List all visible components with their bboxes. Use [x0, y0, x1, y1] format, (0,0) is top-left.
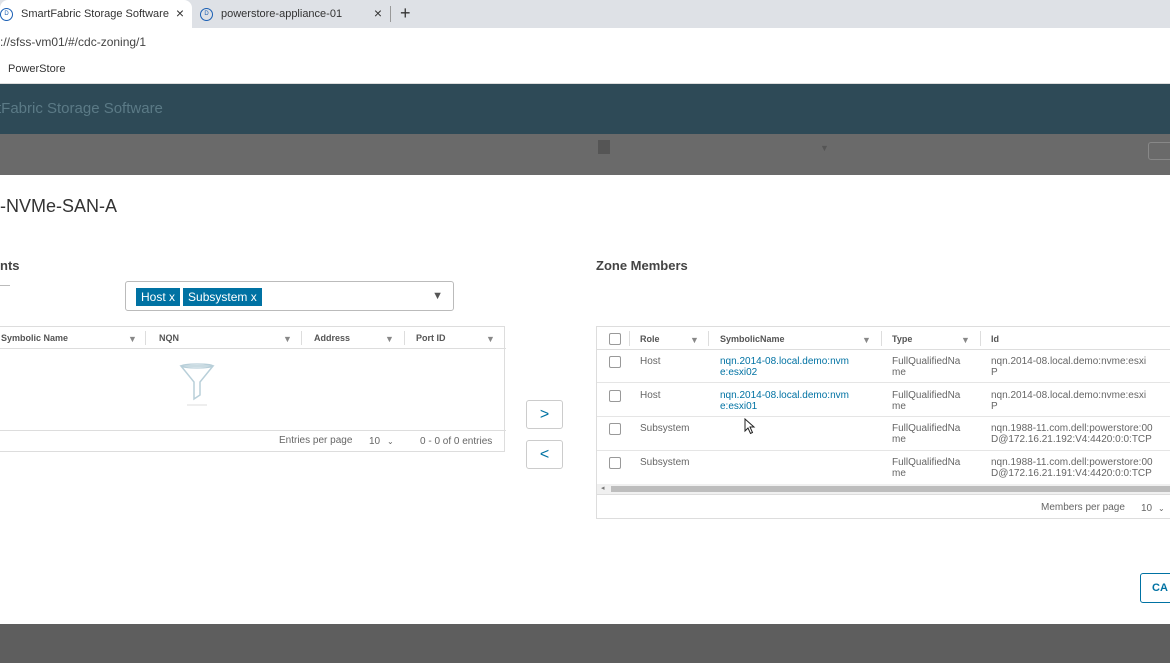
row-checkbox[interactable]: [609, 457, 621, 469]
new-tab-button[interactable]: +: [400, 3, 411, 24]
type-filter-multiselect[interactable]: Host x Subsystem x ▼: [125, 281, 454, 311]
select-all-checkbox[interactable]: [609, 333, 621, 345]
members-per-page-select[interactable]: 10: [1141, 503, 1152, 514]
browser-tab-active[interactable]: D SmartFabric Storage Software ×: [0, 0, 192, 28]
horizontal-scrollbar[interactable]: ◂: [597, 484, 1170, 494]
app-title: rtFabric Storage Software: [0, 100, 163, 117]
dell-logo-icon: D: [200, 7, 213, 21]
browser-tab-bar: D SmartFabric Storage Software × D power…: [0, 0, 1170, 28]
filter-icon[interactable]: ▼: [385, 334, 394, 344]
entries-per-page-select[interactable]: 10: [369, 436, 380, 447]
filter-icon[interactable]: ▼: [128, 334, 137, 344]
dell-logo-icon: D: [0, 7, 13, 21]
subheader-control: [598, 140, 610, 154]
url-text: ://sfss-vm01/#/cdc-zoning/1: [0, 35, 147, 49]
cell-type: FullQualifiedNa me: [892, 390, 961, 412]
app-footer: [0, 624, 1170, 663]
table-row[interactable]: Subsystem FullQualifiedNa me nqn.1988-11.…: [597, 417, 1170, 451]
modal-title: -NVMe-SAN-A: [0, 196, 118, 216]
cell-role: Host: [640, 356, 661, 367]
zone-edit-modal: -NVMe-SAN-A nts Host x Subsystem x ▼ Symb…: [0, 175, 1170, 624]
col-id[interactable]: Id: [991, 334, 999, 344]
cell-id: nqn.1988-11.com.dell:powerstore:00 D@172.…: [991, 457, 1153, 479]
col-address[interactable]: Address: [314, 333, 350, 343]
col-divider: [980, 331, 981, 346]
app-header: rtFabric Storage Software: [0, 84, 1170, 134]
cell-role: Host: [640, 390, 661, 401]
subheader-button: [1148, 142, 1170, 160]
table-row[interactable]: Host nqn.2014-08.local.demo:nvm e:esxi01 …: [597, 384, 1170, 417]
cell-type: FullQualifiedNa me: [892, 356, 961, 378]
bookmark-powerstore[interactable]: PowerStore: [8, 63, 65, 75]
col-divider: [404, 331, 405, 345]
table-row[interactable]: Subsystem FullQualifiedNa me nqn.1988-11.…: [597, 451, 1170, 483]
chevron-down-icon[interactable]: ▼: [432, 290, 443, 302]
browser-tab[interactable]: D powerstore-appliance-01 ×: [192, 0, 390, 28]
chevron-down-icon[interactable]: ⌄: [387, 437, 394, 446]
col-divider: [881, 331, 882, 346]
tab-title: SmartFabric Storage Software: [21, 8, 169, 20]
tab-divider: [390, 6, 391, 22]
col-symbolic-name[interactable]: SymbolicName: [720, 334, 785, 344]
zone-members-grid: Role ▼ SymbolicName ▼ Type ▼ Id Host nqn…: [596, 326, 1170, 519]
grid-header: Role ▼ SymbolicName ▼ Type ▼ Id: [597, 327, 1170, 350]
chevron-down-icon[interactable]: ⌄: [1158, 504, 1165, 513]
cell-role: Subsystem: [640, 423, 690, 434]
move-left-button[interactable]: <: [526, 440, 563, 469]
grid-header: Symbolic Name ▼ NQN ▼ Address ▼ Port ID …: [0, 327, 506, 349]
members-per-page-label: Members per page: [1041, 502, 1125, 513]
bookmarks-bar: PowerStore: [0, 56, 1170, 84]
col-divider: [145, 331, 146, 345]
filter-icon[interactable]: ▼: [862, 335, 871, 345]
left-select-stub[interactable]: [0, 285, 10, 286]
cell-type: FullQualifiedNa me: [892, 457, 961, 479]
col-symbolic-name[interactable]: Symbolic Name: [1, 333, 68, 343]
filter-icon[interactable]: ▼: [283, 334, 292, 344]
app-subheader: ▼: [0, 134, 1170, 175]
col-role[interactable]: Role: [640, 334, 660, 344]
grid-footer-divider: [597, 494, 1170, 495]
scroll-left-icon[interactable]: ◂: [601, 484, 605, 492]
scrollbar-thumb[interactable]: [611, 486, 1170, 492]
address-bar[interactable]: ://sfss-vm01/#/cdc-zoning/1: [0, 28, 1170, 56]
cell-type: FullQualifiedNa me: [892, 423, 961, 445]
col-port-id[interactable]: Port ID: [416, 333, 446, 343]
col-nqn[interactable]: NQN: [159, 333, 179, 343]
move-right-button[interactable]: >: [526, 400, 563, 429]
col-divider: [708, 331, 709, 346]
tab-close-icon[interactable]: ×: [176, 5, 184, 21]
filter-icon[interactable]: ▼: [690, 335, 699, 345]
row-checkbox[interactable]: [609, 356, 621, 368]
chevron-down-icon: ▼: [820, 143, 829, 153]
filter-chip-host[interactable]: Host x: [136, 288, 181, 306]
cell-id: nqn.1988-11.com.dell:powerstore:00 D@172.…: [991, 423, 1153, 445]
cell-symbolic-name[interactable]: nqn.2014-08.local.demo:nvm e:esxi01: [720, 390, 849, 412]
empty-funnel-icon: [179, 363, 215, 406]
row-checkbox[interactable]: [609, 423, 621, 435]
left-panel-heading: nts: [0, 258, 20, 273]
cell-symbolic-name[interactable]: nqn.2014-08.local.demo:nvm e:esxi02: [720, 356, 849, 378]
endpoints-grid: Symbolic Name ▼ NQN ▼ Address ▼ Port ID …: [0, 326, 506, 452]
entries-range: 0 - 0 of 0 entries: [420, 436, 493, 447]
tab-close-icon[interactable]: ×: [374, 5, 382, 21]
entries-per-page-label: Entries per page: [279, 435, 353, 446]
grid-footer-divider: [0, 430, 506, 431]
col-divider: [301, 331, 302, 345]
filter-chip-subsystem[interactable]: Subsystem x: [183, 288, 262, 306]
cell-id: nqn.2014-08.local.demo:nvme:esxi P: [991, 390, 1147, 412]
tab-title: powerstore-appliance-01: [221, 8, 343, 20]
col-type[interactable]: Type: [892, 334, 912, 344]
filter-icon[interactable]: ▼: [486, 334, 495, 344]
mouse-cursor-icon: [744, 418, 756, 435]
cell-id: nqn.2014-08.local.demo:nvme:esxi P: [991, 356, 1147, 378]
table-row[interactable]: Host nqn.2014-08.local.demo:nvm e:esxi02 …: [597, 350, 1170, 383]
zone-members-heading: Zone Members: [596, 258, 688, 273]
col-divider: [629, 331, 630, 346]
cell-role: Subsystem: [640, 457, 690, 468]
filter-icon[interactable]: ▼: [961, 335, 970, 345]
cancel-button[interactable]: CA: [1140, 573, 1170, 603]
row-checkbox[interactable]: [609, 390, 621, 402]
